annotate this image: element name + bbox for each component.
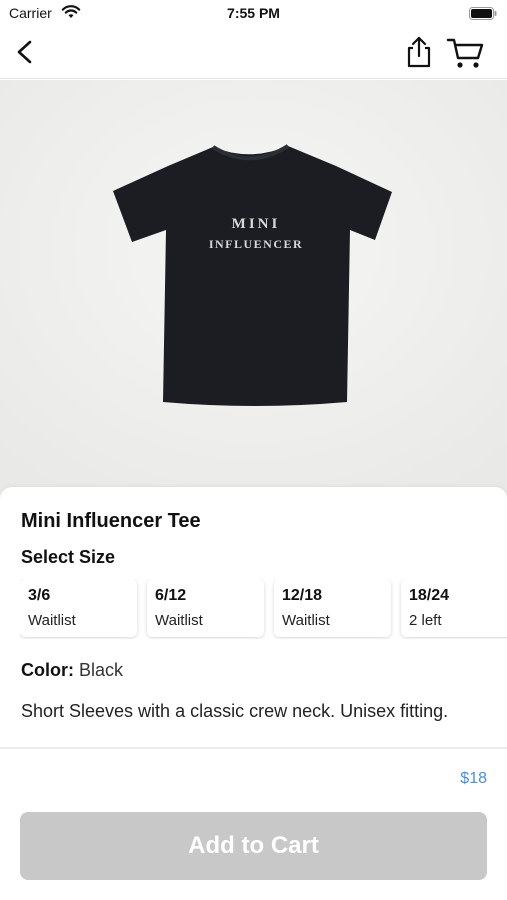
size-availability: Waitlist: [155, 612, 203, 629]
size-option-3-6[interactable]: 3/6 Waitlist: [20, 579, 137, 637]
price-label: $18: [460, 770, 487, 787]
shirt-print-top: MINI: [232, 216, 281, 232]
product-details-card: Mini Influencer Tee Select Size 3/6 Wait…: [0, 487, 507, 747]
tshirt-illustration: MINI INFLUENCER: [0, 80, 507, 500]
back-chevron-icon[interactable]: [10, 37, 40, 67]
share-icon[interactable]: [402, 35, 436, 69]
product-description: Short Sleeves with a classic crew neck. …: [21, 701, 449, 721]
product-image: MINI INFLUENCER: [0, 80, 507, 500]
battery-icon: [469, 7, 497, 20]
color-value: Black: [79, 660, 124, 680]
size-label: 3/6: [28, 587, 51, 604]
nav-bar: [0, 28, 507, 79]
add-to-cart-button[interactable]: Add to Cart: [20, 812, 487, 880]
size-availability: Waitlist: [282, 612, 330, 629]
size-label: 6/12: [155, 587, 187, 604]
color-info: Color: Black: [21, 660, 123, 681]
size-availability: Waitlist: [28, 612, 76, 629]
size-selector: 3/6 Waitlist 6/12 Waitlist 12/18 Waitlis…: [20, 579, 507, 639]
size-option-12-18[interactable]: 12/18 Waitlist: [274, 579, 391, 637]
cart-icon[interactable]: [445, 35, 485, 71]
status-bar: Carrier 7:55 PM: [0, 0, 507, 28]
status-time: 7:55 PM: [227, 5, 280, 21]
size-option-18-24[interactable]: 18/24 2 left: [401, 579, 507, 637]
shirt-print-bottom: INFLUENCER: [209, 237, 303, 251]
size-heading: Select Size: [21, 547, 116, 567]
size-availability: 2 left: [409, 612, 442, 629]
size-option-6-12[interactable]: 6/12 Waitlist: [147, 579, 264, 637]
size-label: 12/18: [282, 587, 323, 604]
divider: [0, 747, 507, 749]
product-title: Mini Influencer Tee: [21, 510, 201, 532]
color-label: Color:: [21, 660, 74, 680]
size-label: 18/24: [409, 587, 450, 604]
